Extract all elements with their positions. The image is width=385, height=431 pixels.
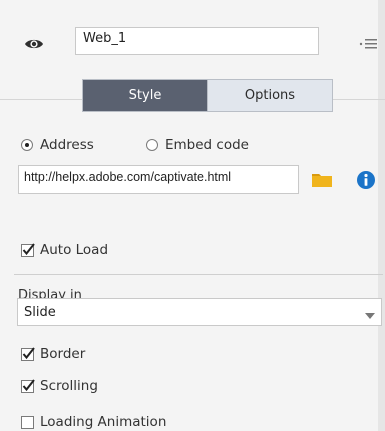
scrolling-checkbox[interactable] [21,378,35,393]
eye-icon[interactable] [24,37,44,51]
display-in-value: Slide [24,304,56,320]
auto-load-checkbox[interactable] [21,242,35,257]
radio-address-button[interactable] [21,139,33,151]
url-input[interactable]: http://helpx.adobe.com/captivate.html [18,165,299,194]
radio-embed-code[interactable]: Embed code [146,137,249,153]
display-in-select[interactable]: Slide [17,298,382,326]
auto-load-checkbox-row[interactable]: Auto Load [21,242,108,258]
loading-animation-label: Loading Animation [40,414,167,430]
info-icon[interactable] [356,170,376,190]
border-checkbox-row[interactable]: Border [21,346,85,362]
panel-menu-icon[interactable] [359,36,379,52]
item-name-input[interactable]: Web_1 [75,27,319,55]
section-divider [14,274,383,275]
radio-embed-code-button[interactable] [146,139,158,151]
loading-animation-checkbox[interactable] [21,415,34,429]
folder-icon[interactable] [311,171,333,188]
scrolling-label: Scrolling [40,378,98,394]
tab-style[interactable]: Style [83,80,208,111]
chevron-down-icon [365,309,375,319]
loading-animation-checkbox-row[interactable]: Loading Animation [21,414,166,430]
border-checkbox[interactable] [21,346,35,361]
auto-load-label: Auto Load [40,242,109,258]
tab-options[interactable]: Options [208,80,332,111]
radio-address[interactable]: Address [21,137,94,153]
radio-embed-code-label: Embed code [165,137,249,153]
radio-address-label: Address [40,137,94,153]
tab-bar: Style Options [82,79,333,112]
properties-panel: Web_1 Style Options Address Embed code h… [0,0,385,431]
scrolling-checkbox-row[interactable]: Scrolling [21,378,98,394]
border-label: Border [40,346,86,362]
